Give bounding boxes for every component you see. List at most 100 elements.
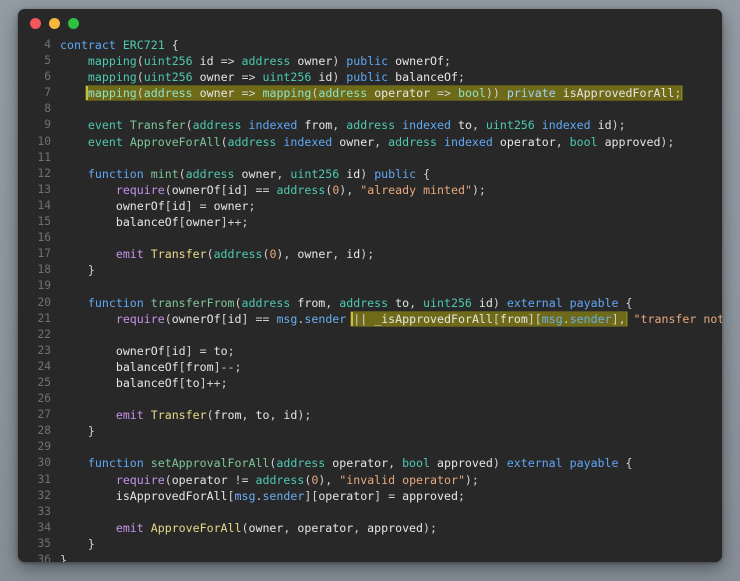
code-token: public [374,166,417,181]
code-line[interactable]: 19 [18,278,722,294]
line-number: 8 [44,102,51,116]
code-token: public [346,54,389,69]
code-line[interactable]: 6 mapping(uint256 owner => uint256 id) p… [18,69,722,85]
code-line-content: require(ownerOf[id] == msg.sender || _is… [60,311,722,327]
code-token: ] [241,311,249,326]
code-token: id [227,311,242,326]
close-window-button[interactable] [30,17,41,29]
code-editor-content[interactable]: 4 contract ERC721 {5 mapping(uint256 id =… [18,37,722,562]
code-token: ); [660,134,675,149]
code-line[interactable]: 15 balanceOf[owner]++; [18,214,722,230]
code-line[interactable]: 28 } [18,423,722,439]
code-token: ( [206,408,214,423]
code-line[interactable]: 26 [18,391,722,407]
code-token: ] [185,343,193,358]
code-line[interactable]: 9 event Transfer(address indexed from, a… [18,117,722,133]
code-line[interactable]: 14 ownerOf[id] = owner; [18,198,722,214]
code-token: payable [569,456,619,471]
code-token: ( [178,166,186,181]
code-line[interactable]: 13 require(ownerOf[id] == address(0), "a… [18,182,722,198]
code-token: ; [457,488,465,503]
code-line[interactable]: 25 balanceOf[to]++; [18,375,722,391]
code-line[interactable]: 27 emit Transfer(from, to, id); [18,407,722,423]
code-token: id [318,70,333,85]
code-line[interactable]: 8 [18,101,722,117]
code-line[interactable]: 29 [18,439,722,455]
code-segment: "transfer not allowed"); [627,312,722,326]
code-token: owner [199,86,235,101]
code-line[interactable]: 18 } [18,262,722,278]
code-line[interactable]: 4 contract ERC721 { [18,37,722,53]
code-line[interactable]: 22 [18,327,722,343]
highlighted-code-span: || _isApprovedForAll[from][msg.sender], [351,311,627,326]
code-line[interactable]: 31 require(operator != address(0), "inva… [18,472,722,488]
code-line[interactable]: 16 [18,230,722,246]
code-token: address [339,295,389,310]
code-line[interactable]: 10 event ApproveForAll(address indexed o… [18,134,722,150]
code-line[interactable]: 12 function mint(address owner, uint256 … [18,166,722,182]
code-token: emit [115,408,144,423]
maximize-window-button[interactable] [68,17,79,29]
code-line[interactable]: 24 balanceOf[from]--; [18,359,722,375]
code-line-content: function mint(address owner, uint256 id)… [60,166,722,182]
code-line[interactable]: 36} [18,552,722,562]
code-line[interactable]: 32 isApprovedForAll[msg.sender][operator… [18,488,722,504]
code-line[interactable]: 35 } [18,536,722,552]
code-token: approved [402,488,458,503]
code-token: contract [60,38,116,52]
minimize-window-button[interactable] [49,17,60,29]
code-line[interactable]: 21 require(ownerOf[id] == msg.sender || … [18,311,722,327]
line-number: 29 [37,440,51,454]
code-line-content: ownerOf[id] = owner; [60,198,722,214]
code-line[interactable]: 23 ownerOf[id] = to; [18,343,722,359]
code-line[interactable]: 33 [18,504,722,520]
code-line[interactable]: 34 emit ApproveForAll(owner, operator, a… [18,520,722,536]
code-token: = [199,198,207,213]
code-token: ( [206,247,214,262]
code-token: bool [402,456,430,471]
code-line-content: require(ownerOf[id] == address(0), "alre… [60,182,722,198]
window-titlebar[interactable] [18,9,722,37]
highlighted-code-span: mapping(address owner => mapping(address… [85,86,683,101]
code-token: require [115,182,165,197]
code-token: "already minted" [360,182,472,197]
code-editor-window: 4 contract ERC721 {5 mapping(uint256 id =… [18,9,722,562]
code-line[interactable]: 17 emit Transfer(address(0), owner, id); [18,246,722,262]
code-token: id [171,343,186,358]
code-line[interactable]: 30 function setApprovalForAll(address op… [18,455,722,471]
line-number: 36 [37,553,51,562]
code-line[interactable]: 7 mapping(address owner => mapping(addre… [18,85,722,101]
line-number: 18 [37,263,51,277]
line-number: 9 [44,118,51,132]
code-token: operator [499,134,556,149]
code-token: mapping [87,86,137,101]
code-token: ); [611,118,626,133]
code-token: owner [339,134,375,149]
code-token: id [199,54,214,69]
code-line-content: emit Transfer(from, to, id); [60,407,722,423]
code-line[interactable]: 11 [18,150,722,166]
code-token: ( [164,182,172,197]
code-token: ownerOf [395,54,445,69]
line-number: 10 [37,134,51,148]
code-line[interactable]: 20 function transferFrom(address from, a… [18,295,722,311]
code-line[interactable]: 5 mapping(uint256 id => address owner) p… [18,53,722,69]
code-line-content: balanceOf[owner]++; [60,214,722,230]
code-token: ownerOf [115,343,165,358]
